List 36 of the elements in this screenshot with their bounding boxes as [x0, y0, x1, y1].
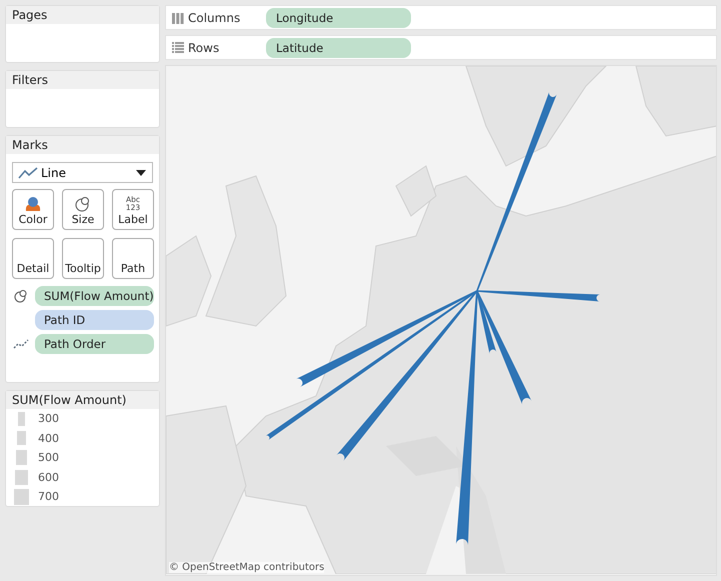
legend-value: 500: [38, 451, 59, 464]
size-swatch: [16, 450, 26, 466]
mark-type-label: Line: [41, 166, 68, 180]
legend-value: 600: [38, 470, 59, 484]
marks-card-button[interactable]: Path: [112, 238, 154, 279]
map-attribution: © OpenStreetMap contributors: [169, 562, 324, 573]
path-icon: [13, 339, 29, 349]
rows-icon: [172, 42, 184, 54]
panel-title: Pages: [6, 6, 159, 24]
legend-value: 700: [38, 490, 59, 504]
columns-icon: [172, 12, 184, 24]
size-swatch: [18, 412, 24, 426]
dropdown-caret-icon: [136, 170, 146, 176]
panel-title: Marks: [6, 136, 159, 154]
size-swatch: [14, 470, 28, 485]
line-chart-icon: [18, 166, 38, 178]
size-card-button[interactable]: Size: [62, 189, 104, 230]
shelf-label: Rows: [188, 40, 220, 54]
panel-title: SUM(Flow Amount): [6, 391, 159, 409]
shelf-label: Columns: [188, 10, 242, 24]
field-pill[interactable]: Path Order: [35, 334, 154, 354]
size-icon: [75, 196, 91, 212]
field-pill[interactable]: SUM(Flow Amount): [35, 286, 154, 306]
size-swatch: [16, 431, 26, 446]
legend-value: 400: [38, 432, 59, 445]
legend-value: 300: [38, 412, 59, 426]
field-pill[interactable]: Longitude: [266, 8, 411, 28]
mark-type-dropdown[interactable]: Line: [12, 162, 153, 183]
marks-card-button[interactable]: Tooltip: [62, 238, 104, 279]
size-icon: [14, 289, 28, 303]
color-icon: [24, 196, 42, 212]
field-pill[interactable]: Latitude: [266, 38, 411, 58]
marks-card-button[interactable]: Detail: [12, 238, 54, 279]
field-pill[interactable]: Path ID: [35, 310, 154, 330]
color-card-button[interactable]: Color: [12, 189, 54, 230]
panel-title: Filters: [6, 71, 159, 89]
